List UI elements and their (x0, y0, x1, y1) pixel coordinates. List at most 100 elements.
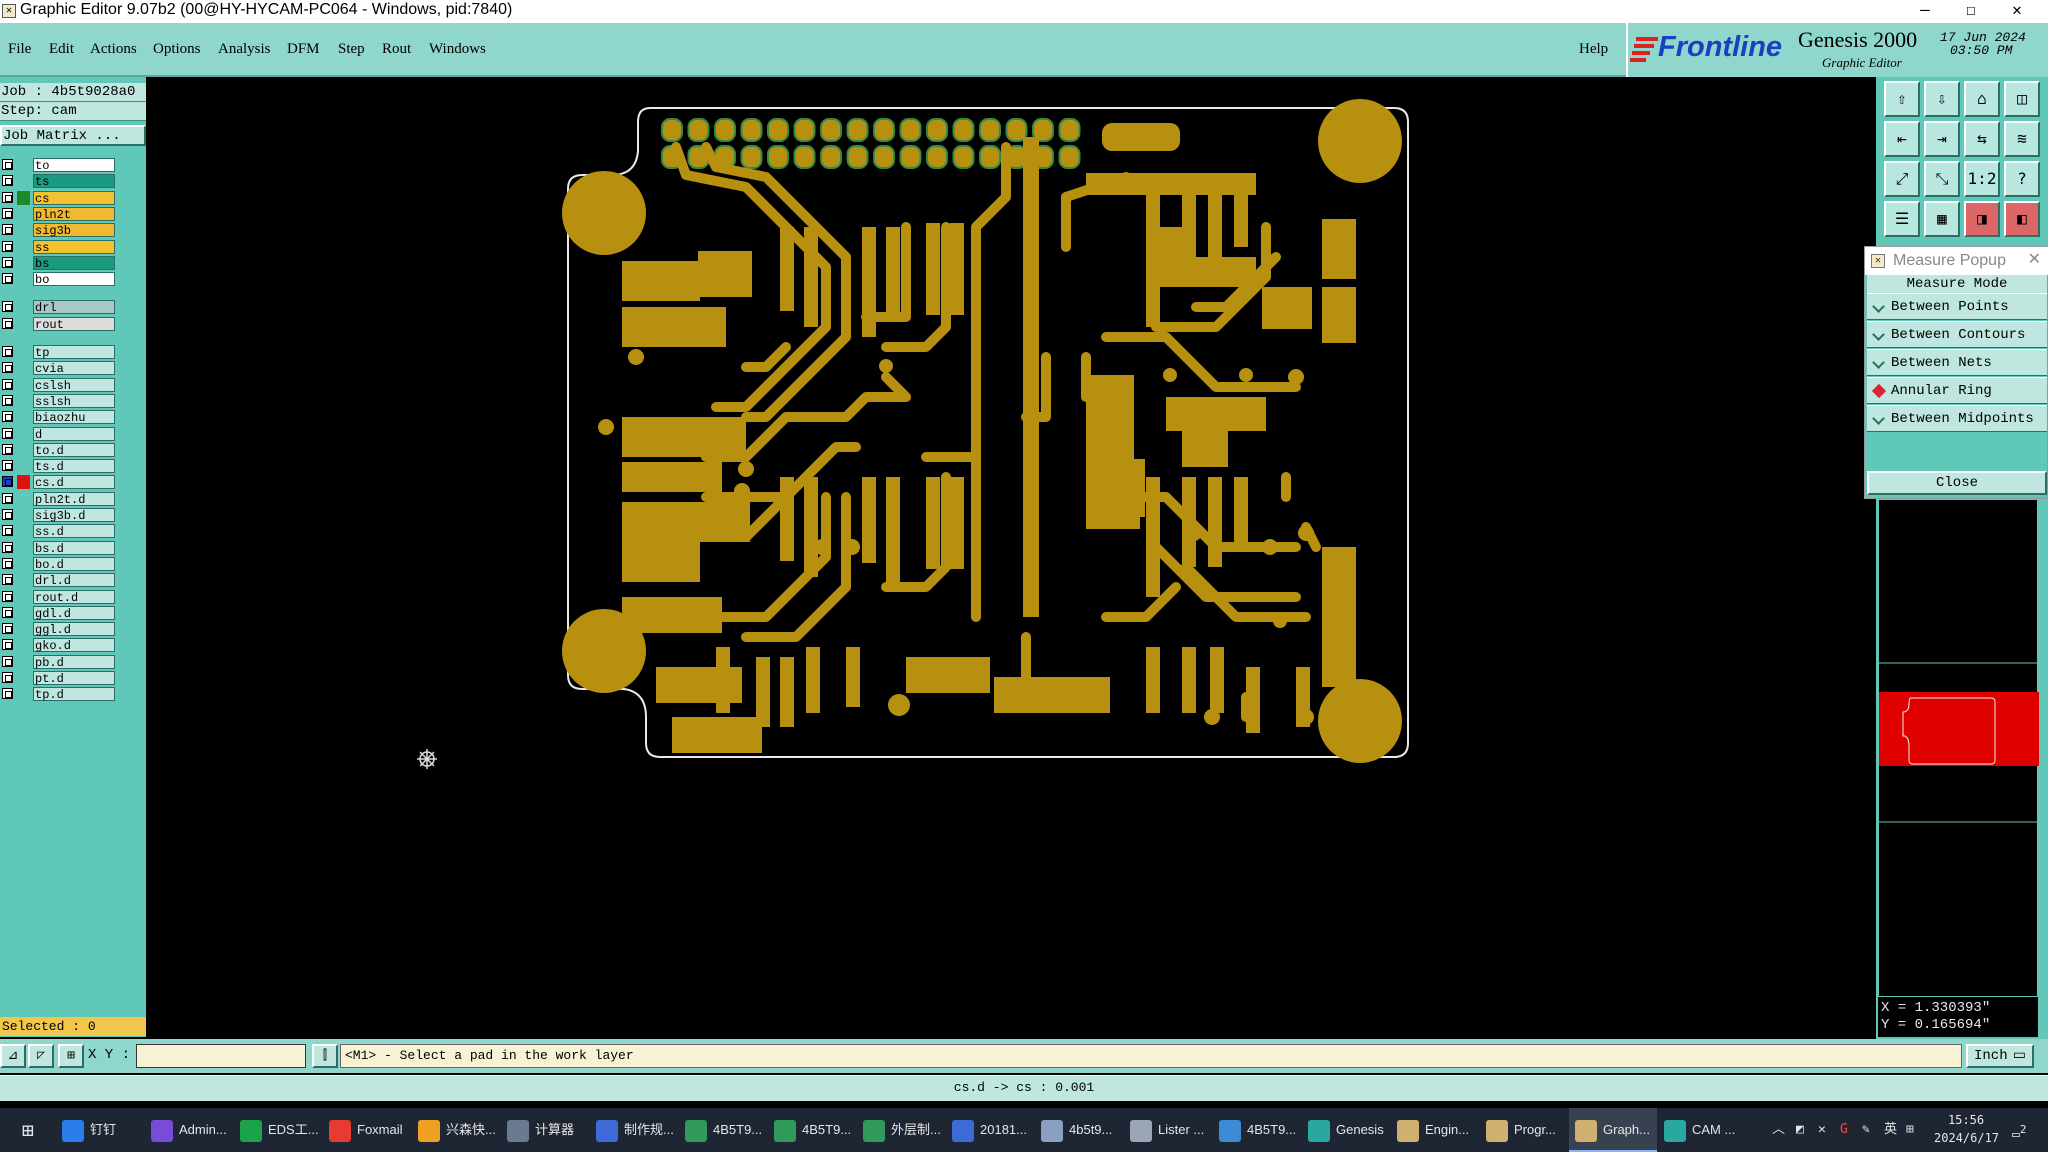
layer-checkbox[interactable] (2, 590, 13, 602)
layer-checkbox[interactable] (2, 378, 13, 390)
layer-checkbox[interactable] (2, 256, 13, 268)
close-button[interactable]: ✕ (1994, 0, 2040, 23)
measure-tool-icon[interactable]: ◸ (28, 1044, 54, 1068)
taskbar-app[interactable]: 4B5T9... (1213, 1108, 1301, 1152)
layer-row-cs-d[interactable]: cs.d (0, 474, 118, 490)
menu-options[interactable]: Options (153, 41, 201, 58)
taskbar-app[interactable]: Lister ... (1124, 1108, 1212, 1152)
tray-clock[interactable]: 15:56 2024/6/17 (1934, 1108, 1999, 1152)
taskbar-app[interactable]: 4b5t9... (1035, 1108, 1123, 1152)
connector-pad[interactable] (1058, 118, 1081, 142)
start-button[interactable]: ⊞ (10, 1108, 46, 1152)
taskbar-app[interactable]: Progr... (1480, 1108, 1568, 1152)
connector-pad[interactable] (793, 145, 816, 169)
layer-name[interactable]: cs (33, 190, 115, 206)
layer-name[interactable]: bo (33, 272, 115, 287)
layer-row-sig3b[interactable]: sig3b (0, 222, 118, 238)
connector-pad[interactable] (952, 118, 975, 142)
layer-row-sslsh[interactable]: sslsh (0, 393, 118, 409)
layer-name[interactable]: ss (33, 239, 115, 255)
layer-name[interactable]: cvia (33, 361, 115, 376)
home-view-icon[interactable]: ⌂ (1964, 81, 2000, 117)
layer-row-sig3b-d[interactable]: sig3b.d (0, 507, 118, 523)
layer-row-cs[interactable]: cs (0, 190, 118, 206)
layer-name[interactable]: tp.d (33, 687, 115, 702)
layer-name[interactable]: bo.d (33, 556, 115, 572)
layer-checkbox[interactable] (2, 509, 13, 520)
layer-row-ts-d[interactable]: ts.d (0, 458, 118, 474)
option-between-nets[interactable]: Between Nets (1867, 349, 2047, 376)
layer-checkbox[interactable] (2, 672, 13, 683)
xy-input[interactable] (136, 1044, 306, 1068)
layer-checkbox[interactable] (2, 557, 13, 569)
grid-view-icon[interactable]: ▦ (1924, 201, 1960, 237)
layer-row-ts[interactable]: ts (0, 173, 118, 189)
menu-actions[interactable]: Actions (90, 41, 137, 58)
pcb-drawing[interactable] (146, 77, 1876, 1039)
layer-name[interactable]: to (33, 158, 115, 173)
tray-network-icon[interactable]: ✕ (1818, 1108, 1826, 1152)
connector-pad[interactable] (846, 145, 869, 169)
layer-name[interactable]: to.d (33, 442, 115, 458)
layer-name[interactable]: drl (33, 300, 115, 315)
grid-icon[interactable]: ⊞ (58, 1044, 84, 1068)
taskbar-app[interactable]: 4B5T9... (679, 1108, 767, 1152)
unit-selector[interactable]: Inch ▭ (1966, 1044, 2034, 1068)
snap-icon[interactable]: ⊿ (0, 1044, 26, 1068)
connector-pad[interactable] (714, 118, 736, 142)
connector-pad[interactable] (767, 118, 789, 142)
tray-security-icon[interactable]: G (1840, 1108, 1848, 1152)
layer-row-drl-d[interactable]: drl.d (0, 572, 118, 588)
connector-pad[interactable] (740, 118, 763, 142)
layer-checkbox[interactable] (2, 541, 13, 553)
taskbar-app[interactable]: 外层制... (857, 1108, 945, 1152)
layer-name[interactable]: ggl.d (33, 622, 115, 637)
layer-row-rout[interactable]: rout (0, 316, 118, 332)
cursor-mode-icon[interactable]: ⫿ (312, 1044, 338, 1068)
taskbar-app[interactable]: 钉钉 (56, 1108, 144, 1152)
option-annular-ring[interactable]: Annular Ring (1867, 377, 2047, 404)
layer-checkbox[interactable] (2, 476, 13, 488)
layer-checkbox[interactable] (2, 427, 13, 439)
zoom-out-icon[interactable]: ⇩ (1924, 81, 1960, 117)
menu-edit[interactable]: Edit (49, 41, 74, 58)
layer-checkbox[interactable] (2, 224, 13, 236)
layer-checkbox[interactable] (2, 301, 13, 313)
layer-checkbox[interactable] (2, 346, 13, 357)
layer-checkbox[interactable] (2, 606, 13, 618)
layer-row-ss[interactable]: ss (0, 239, 118, 255)
layer-checkbox[interactable] (2, 623, 13, 635)
layer-name[interactable]: bs.d (33, 540, 115, 556)
layer-name[interactable]: tp (33, 345, 115, 360)
tray-ime-icon[interactable]: ⊞ (1906, 1108, 1914, 1152)
connector-pad[interactable] (873, 145, 895, 169)
tray-pen-icon[interactable]: ✎ (1862, 1108, 1870, 1152)
job-matrix-button[interactable]: Job Matrix ... (0, 125, 146, 146)
layer-row-ggl-d[interactable]: ggl.d (0, 621, 118, 637)
connector-pad[interactable] (687, 118, 710, 142)
connector-pad[interactable] (873, 118, 895, 142)
layer-row-pb-d[interactable]: pb.d (0, 654, 118, 670)
taskbar-app[interactable]: Genesis (1302, 1108, 1390, 1152)
layer-row-pln2t[interactable]: pln2t (0, 206, 118, 222)
layer-name[interactable]: bs (33, 255, 115, 271)
connector-pad[interactable] (926, 145, 948, 169)
layer-name[interactable]: d (33, 426, 115, 442)
layer-checkbox[interactable] (2, 240, 13, 252)
layer-checkbox[interactable] (2, 207, 13, 219)
layer-row-gdl-d[interactable]: gdl.d (0, 605, 118, 621)
taskbar-app[interactable]: 制作规... (590, 1108, 678, 1152)
expand-icon[interactable]: ⤢ (1884, 161, 1920, 197)
layer-checkbox[interactable] (2, 362, 13, 374)
layer-name[interactable]: pb.d (33, 654, 115, 670)
connector-pad[interactable] (846, 118, 869, 142)
connector-pad[interactable] (1058, 145, 1081, 169)
pan-right-icon[interactable]: ⇥ (1924, 121, 1960, 157)
option-between-midpoints[interactable]: Between Midpoints (1867, 405, 2047, 432)
layer-name[interactable]: rout (33, 316, 115, 332)
taskbar-app[interactable]: 20181... (946, 1108, 1034, 1152)
maximize-button[interactable]: ☐ (1948, 0, 1994, 23)
taskbar-app[interactable]: CAM ... (1658, 1108, 1746, 1152)
pan-left-icon[interactable]: ⇤ (1884, 121, 1920, 157)
zoom-in-icon[interactable]: ⇧ (1884, 81, 1920, 117)
